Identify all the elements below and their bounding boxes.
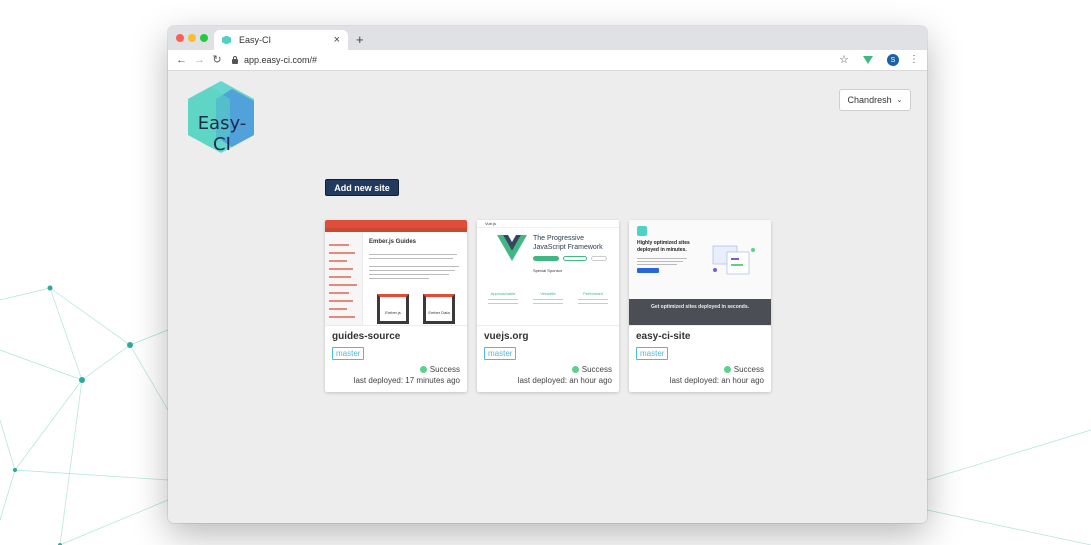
bookmark-star-icon[interactable]: ☆ bbox=[839, 54, 849, 66]
back-arrow-icon[interactable]: ← bbox=[176, 54, 187, 66]
reload-icon[interactable]: ↻ bbox=[212, 54, 222, 66]
site-thumbnail[interactable]: Ember.js Guides Ember.js Ember Data bbox=[325, 220, 467, 326]
vue-devtools-extension-icon[interactable] bbox=[863, 56, 873, 64]
chevron-down-icon: ⌄ bbox=[896, 97, 903, 104]
status-text: Success bbox=[733, 365, 764, 374]
thumb-logo-icon bbox=[637, 226, 647, 236]
browser-toolbar: ← → ↻ app.easy-ci.com/# ☆ S ⋮ bbox=[168, 50, 927, 71]
minimize-window-button[interactable] bbox=[188, 34, 196, 42]
thumb-headline: Highly optimized sites deployed in minut… bbox=[637, 240, 690, 253]
deploy-status: Success bbox=[723, 365, 764, 374]
status-text: Success bbox=[581, 365, 612, 374]
thumb-sponsor: Special Sponsor bbox=[533, 268, 563, 273]
branch-badge: master bbox=[484, 347, 517, 360]
thumb-brand: Vue.js bbox=[485, 221, 496, 226]
thumb-column-title: Approachable bbox=[490, 291, 516, 296]
site-name[interactable]: guides-source bbox=[332, 331, 400, 342]
deploy-status: Success bbox=[419, 365, 460, 374]
page-content: Easy-CI Chandresh ⌄ Add new site Ember.j… bbox=[168, 71, 927, 523]
lock-icon bbox=[232, 56, 238, 64]
site-name[interactable]: easy-ci-site bbox=[636, 331, 690, 342]
last-deployed: last deployed: 17 minutes ago bbox=[353, 376, 460, 385]
title-bar: Easy-CI × + bbox=[168, 26, 927, 50]
thumb-box-label: Ember.js bbox=[385, 310, 401, 315]
site-name[interactable]: vuejs.org bbox=[484, 331, 528, 342]
site-card[interactable]: Vue.js The Progressive JavaScript Framew… bbox=[477, 220, 619, 392]
easy-ci-favicon-icon bbox=[222, 35, 231, 45]
close-window-button[interactable] bbox=[176, 34, 184, 42]
thumb-column-title: Versatile bbox=[540, 291, 556, 296]
site-card[interactable]: Ember.js Guides Ember.js Ember Data guid… bbox=[325, 220, 467, 392]
tab-close-icon[interactable]: × bbox=[334, 34, 340, 46]
address-bar[interactable]: app.easy-ci.com/# bbox=[232, 55, 839, 65]
thumb-headline: The Progressive JavaScript Framework bbox=[533, 235, 603, 251]
vue-logo-icon bbox=[497, 235, 527, 261]
success-dot-icon bbox=[571, 366, 579, 373]
thumb-box-label: Ember Data bbox=[428, 310, 450, 315]
browser-menu-icon[interactable]: ⋮ bbox=[909, 55, 919, 65]
browser-window: Easy-CI × + ← → ↻ app.easy-ci.com/# ☆ S … bbox=[168, 26, 927, 523]
site-thumbnail[interactable]: Vue.js The Progressive JavaScript Framew… bbox=[477, 220, 619, 326]
success-dot-icon bbox=[723, 366, 731, 373]
site-card[interactable]: Highly optimized sites deployed in minut… bbox=[629, 220, 771, 392]
last-deployed: last deployed: an hour ago bbox=[669, 376, 764, 385]
branch-badge: master bbox=[636, 347, 669, 360]
forward-arrow-icon[interactable]: → bbox=[194, 54, 205, 66]
thumb-column-title: Performant bbox=[583, 291, 603, 296]
user-menu-dropdown[interactable]: Chandresh ⌄ bbox=[839, 89, 911, 111]
site-cards-list: Ember.js Guides Ember.js Ember Data guid… bbox=[325, 220, 771, 392]
user-name: Chandresh bbox=[847, 95, 892, 105]
last-deployed: last deployed: an hour ago bbox=[517, 376, 612, 385]
zoom-window-button[interactable] bbox=[200, 34, 208, 42]
tab-title: Easy-CI bbox=[239, 35, 272, 45]
site-thumbnail[interactable]: Highly optimized sites deployed in minut… bbox=[629, 220, 771, 326]
logo-text: Easy-CI bbox=[197, 113, 247, 155]
status-text: Success bbox=[429, 365, 460, 374]
thumb-illustration bbox=[712, 245, 755, 275]
profile-avatar[interactable]: S bbox=[887, 54, 899, 66]
branch-badge: master bbox=[332, 347, 365, 360]
browser-tab[interactable]: Easy-CI × bbox=[214, 30, 348, 50]
add-new-site-button[interactable]: Add new site bbox=[325, 179, 399, 196]
easy-ci-logo[interactable]: Easy-CI bbox=[186, 79, 256, 155]
new-tab-button[interactable]: + bbox=[356, 33, 364, 46]
url-text[interactable]: app.easy-ci.com/# bbox=[244, 55, 317, 65]
thumb-tagline: Get optimized sites deployed in seconds. bbox=[650, 304, 750, 310]
thumb-title: Ember.js Guides bbox=[369, 239, 417, 245]
deploy-status: Success bbox=[571, 365, 612, 374]
success-dot-icon bbox=[419, 366, 427, 373]
